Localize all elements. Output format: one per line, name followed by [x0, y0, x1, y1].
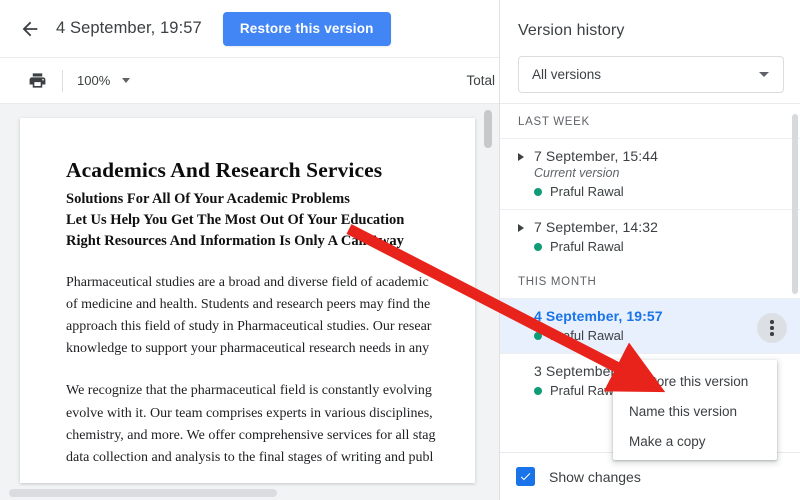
author-color-dot-icon: [534, 386, 542, 395]
print-icon[interactable]: [22, 66, 52, 96]
version-date: 4 September, 19:57: [534, 308, 663, 324]
version-list-item[interactable]: 7 September, 15:44 Current version Prafu…: [500, 138, 800, 209]
show-changes-label: Show changes: [549, 468, 641, 485]
paragraph-line: knowledge to support your pharmaceutical…: [66, 341, 430, 357]
zoom-level-value: 100%: [77, 73, 111, 88]
total-label: Total: [466, 73, 495, 88]
toolbar-divider: [62, 69, 63, 92]
expand-triangle-icon[interactable]: [518, 313, 524, 321]
version-date: 3 September: [534, 363, 616, 379]
document-subheading: Right Resources And Information Is Only …: [66, 233, 404, 250]
document-viewer-pane: 4 September, 19:57 Restore this version …: [0, 0, 499, 500]
document-header-bar: 4 September, 19:57 Restore this version: [0, 0, 499, 58]
author-color-dot-icon: [534, 242, 542, 251]
version-group-label: LAST WEEK: [518, 116, 590, 128]
version-group-label: THIS MONTH: [518, 276, 597, 288]
author-color-dot-icon: [534, 331, 542, 340]
back-arrow-icon[interactable]: [10, 9, 50, 49]
document-horizontal-scrollbar-track[interactable]: [0, 486, 499, 500]
version-author: Praful Rawal: [550, 184, 624, 199]
document-horizontal-scrollbar-thumb[interactable]: [9, 489, 277, 497]
author-color-dot-icon: [534, 187, 542, 196]
version-filter-value: All versions: [532, 67, 602, 82]
restore-this-version-button[interactable]: Restore this version: [222, 11, 391, 46]
checkmark-icon: [520, 473, 531, 481]
document-toolbar: 100% Total: [0, 58, 499, 104]
version-history-header: Version history All versions: [500, 0, 800, 104]
version-context-menu[interactable]: Restore this version Name this version M…: [613, 360, 777, 460]
document-heading: Academics And Research Services: [66, 158, 383, 182]
version-list-item-selected[interactable]: 4 September, 19:57 Praful Rawal: [500, 298, 800, 353]
chevron-down-icon: [759, 72, 769, 77]
paragraph-line: Pharmaceutical studies are a broad and d…: [66, 275, 429, 291]
show-changes-checkbox[interactable]: [516, 467, 535, 486]
version-list-item[interactable]: 7 September, 14:32 Praful Rawal: [500, 209, 800, 264]
document-paragraph: Pharmaceutical studies are a broad and d…: [66, 272, 475, 360]
version-list-scrollbar[interactable]: [792, 114, 798, 294]
version-history-title: Version history: [518, 22, 625, 39]
version-date: 7 September, 15:44: [534, 148, 658, 164]
chevron-down-icon: [122, 78, 131, 83]
document-vertical-scrollbar[interactable]: [484, 110, 492, 148]
document-paragraph: We recognize that the pharmaceutical fie…: [66, 380, 475, 468]
document-subheading: Let Us Help You Get The Most Out Of Your…: [66, 212, 405, 229]
version-author: Praful Rawal: [550, 239, 624, 254]
paragraph-line: chemistry, and more. We offer comprehens…: [66, 427, 436, 443]
version-author: Praful Rawal: [550, 328, 624, 343]
current-version-label: Current version: [534, 166, 620, 180]
zoom-level-dropdown[interactable]: 100%: [77, 73, 131, 88]
dot: [770, 326, 774, 330]
version-date: 7 September, 14:32: [534, 219, 658, 235]
document-canvas: Academics And Research Services Solution…: [0, 104, 499, 500]
menu-item-restore-this-version[interactable]: Restore this version: [613, 366, 777, 396]
menu-item-make-a-copy[interactable]: Make a copy: [613, 426, 777, 456]
expand-triangle-icon[interactable]: [518, 224, 524, 232]
version-filter-dropdown[interactable]: All versions: [518, 56, 784, 93]
paragraph-line: We recognize that the pharmaceutical fie…: [66, 383, 432, 399]
menu-item-name-this-version[interactable]: Name this version: [613, 396, 777, 426]
dot: [770, 320, 774, 324]
paragraph-line: data collection and analysis to the fina…: [66, 449, 434, 465]
version-options-menu-button[interactable]: [757, 313, 787, 343]
page-title: 4 September, 19:57: [56, 19, 202, 37]
document-page: Academics And Research Services Solution…: [20, 118, 475, 483]
paragraph-line: evolve with it. Our team comprises exper…: [66, 405, 433, 421]
paragraph-line: approach this field of study in Pharmace…: [66, 319, 432, 335]
dot: [770, 332, 774, 336]
version-history-screen: 4 September, 19:57 Restore this version …: [0, 0, 800, 500]
expand-triangle-icon[interactable]: [518, 153, 524, 161]
document-subheading: Solutions For All Of Your Academic Probl…: [66, 191, 350, 207]
paragraph-line: of medicine and health. Students and res…: [66, 297, 431, 313]
